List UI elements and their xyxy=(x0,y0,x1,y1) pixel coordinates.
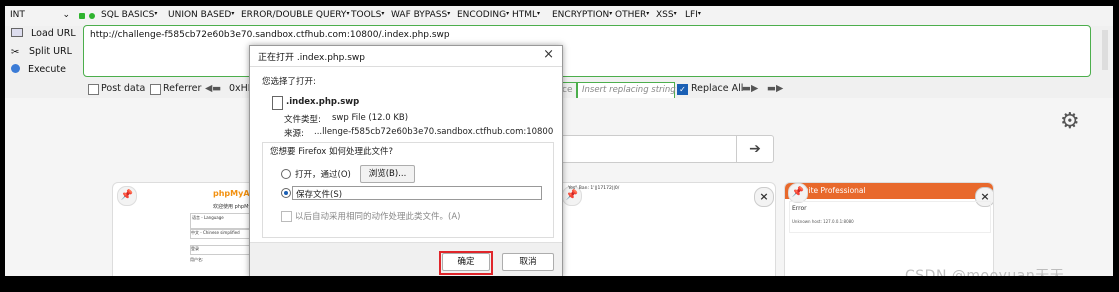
burp-message: Unknown host: 127.0.0.1:8080 xyxy=(792,219,854,224)
burp-header: Suite Professional xyxy=(785,183,993,199)
middle-tile-text: Yes" Ban: 1'||17172||0/ xyxy=(568,186,620,191)
menu-error-double-query[interactable]: ERROR/DOUBLE QUERY▾ xyxy=(241,10,349,20)
execute-button[interactable]: Execute xyxy=(11,64,66,75)
file-icon xyxy=(272,96,283,110)
remember-label: 以后自动采用相同的动作处理此类文件。(A) xyxy=(295,212,461,222)
search-go-button[interactable]: ➔ xyxy=(736,135,774,163)
menu-union-based[interactable]: UNION BASED▾ xyxy=(168,10,234,20)
phpmyadmin-language-select: 中文 - Chinese simplified xyxy=(190,229,252,239)
scrollbar[interactable] xyxy=(1102,30,1108,70)
burp-title: Suite Professional xyxy=(799,186,866,195)
browser-window: INT ⌄ SQL BASICS▾ UNION BASED▾ ERROR/DOU… xyxy=(5,6,1113,276)
search-input[interactable] xyxy=(560,135,737,163)
replacing-string-placeholder: Insert replacing string xyxy=(582,85,676,95)
source-label: 来源: xyxy=(284,129,304,139)
dialog-title: 正在打开 .index.php.swp xyxy=(258,53,365,63)
highlight-box xyxy=(439,251,493,275)
scissors-icon: ✂ xyxy=(11,47,20,58)
close-icon[interactable]: × xyxy=(754,187,774,207)
phpmyadmin-user-label: 用户名: xyxy=(190,257,204,262)
open-with-radio[interactable] xyxy=(281,169,291,179)
open-with-label: 打开，通过(O) xyxy=(295,170,351,180)
menu-other[interactable]: OTHER▾ xyxy=(615,10,649,20)
chevron-down-icon: ⌄ xyxy=(62,10,70,20)
replace-all-label: Replace All xyxy=(691,83,744,94)
source-value: ...llenge-f585cb72e60b3e70.sandbox.ctfhu… xyxy=(314,127,554,137)
download-dialog: 正在打开 .index.php.swp × 您选择了打开: .index.php… xyxy=(249,45,563,276)
url-textarea[interactable]: http://challenge-f585cb72e60b3e70.sandbo… xyxy=(83,25,1091,77)
green-plus-icon[interactable] xyxy=(89,13,95,19)
phpmyadmin-welcome: 欢迎使用 phpMy xyxy=(213,204,252,210)
load-icon xyxy=(11,28,23,37)
divider xyxy=(250,66,562,67)
save-file-radio[interactable] xyxy=(281,188,291,198)
action-group: 您想要 Firefox 如何处理此文件? 打开，通过(O) 浏览(B)... 保… xyxy=(262,142,554,238)
hackbar-menubar: INT ⌄ SQL BASICS▾ UNION BASED▾ ERROR/DOU… xyxy=(5,6,1113,26)
sql-type-value: INT xyxy=(10,10,25,20)
play-icon xyxy=(11,64,20,73)
arrow-left-icon[interactable]: ◀▬ xyxy=(205,83,221,94)
green-square-icon xyxy=(79,13,85,19)
cancel-button[interactable]: 取消 xyxy=(502,253,554,271)
shortcut-tile-burp[interactable]: Suite Professional 📌 × Error Unknown hos… xyxy=(784,182,994,276)
file-name: .index.php.swp xyxy=(286,97,360,107)
shortcut-tile-phpmyadmin[interactable]: 📌 phpMyAdmin 欢迎使用 phpMy 语言 - Language 中文… xyxy=(112,182,258,276)
menu-tools[interactable]: TOOLS▾ xyxy=(351,10,384,20)
shortcut-tile-middle[interactable]: 📌 Yes" Ban: 1'||17172||0/ × xyxy=(557,182,776,276)
menu-html[interactable]: HTML▾ xyxy=(512,10,540,20)
menu-lfi[interactable]: LFI▾ xyxy=(685,10,701,20)
phpmyadmin-login-box: 登录 xyxy=(190,245,252,255)
menu-waf-bypass[interactable]: WAF BYPASS▾ xyxy=(391,10,450,20)
browse-button[interactable]: 浏览(B)... xyxy=(360,165,415,183)
burp-error-box: Error Unknown host: 127.0.0.1:8080 xyxy=(789,201,991,233)
post-data-checkbox[interactable] xyxy=(88,84,99,95)
remember-checkbox[interactable] xyxy=(281,211,292,222)
save-file-label: 保存文件(S) xyxy=(296,190,343,200)
replace-field[interactable]: ce xyxy=(562,82,577,99)
url-text: http://challenge-f585cb72e60b3e70.sandbo… xyxy=(90,30,450,40)
gear-icon[interactable]: ⚙ xyxy=(1060,111,1080,133)
arrow-right-icon[interactable]: ▬▶ xyxy=(742,83,758,94)
menu-xss[interactable]: XSS▾ xyxy=(656,10,677,20)
sql-type-select[interactable]: INT ⌄ xyxy=(10,8,70,22)
arrow-right-icon[interactable]: ▬▶ xyxy=(767,83,783,94)
menu-sql-basics[interactable]: SQL BASICS▾ xyxy=(101,10,157,20)
chosen-label: 您选择了打开: xyxy=(262,77,316,87)
replace-all-checkbox[interactable]: ✓ xyxy=(677,84,688,95)
watermark: CSDN @mooyuan天天 xyxy=(905,268,1065,276)
close-icon[interactable]: × xyxy=(543,47,554,62)
referrer-checkbox[interactable] xyxy=(150,84,161,95)
menu-encryption[interactable]: ENCRYPTION▾ xyxy=(552,10,612,20)
file-type-value: swp File (12.0 KB) xyxy=(332,113,409,123)
pin-icon[interactable]: 📌 xyxy=(117,186,137,206)
save-file-option[interactable]: 保存文件(S) xyxy=(292,186,542,200)
load-url-button[interactable]: Load URL xyxy=(11,28,76,39)
post-data-label: Post data xyxy=(101,83,146,94)
bottom-border xyxy=(5,276,1113,288)
file-type-label: 文件类型: xyxy=(284,115,321,125)
question-label: 您想要 Firefox 如何处理此文件? xyxy=(268,145,396,157)
replacing-string-input[interactable]: Insert replacing string xyxy=(577,82,676,99)
phpmyadmin-language-box: 语言 - Language xyxy=(190,213,254,229)
menu-encoding[interactable]: ENCODING▾ xyxy=(457,10,509,20)
pin-icon[interactable]: 📌 xyxy=(788,183,808,203)
split-url-button[interactable]: ✂ Split URL xyxy=(11,46,72,58)
referrer-label: Referrer xyxy=(163,83,202,94)
burp-error: Error xyxy=(792,205,807,212)
